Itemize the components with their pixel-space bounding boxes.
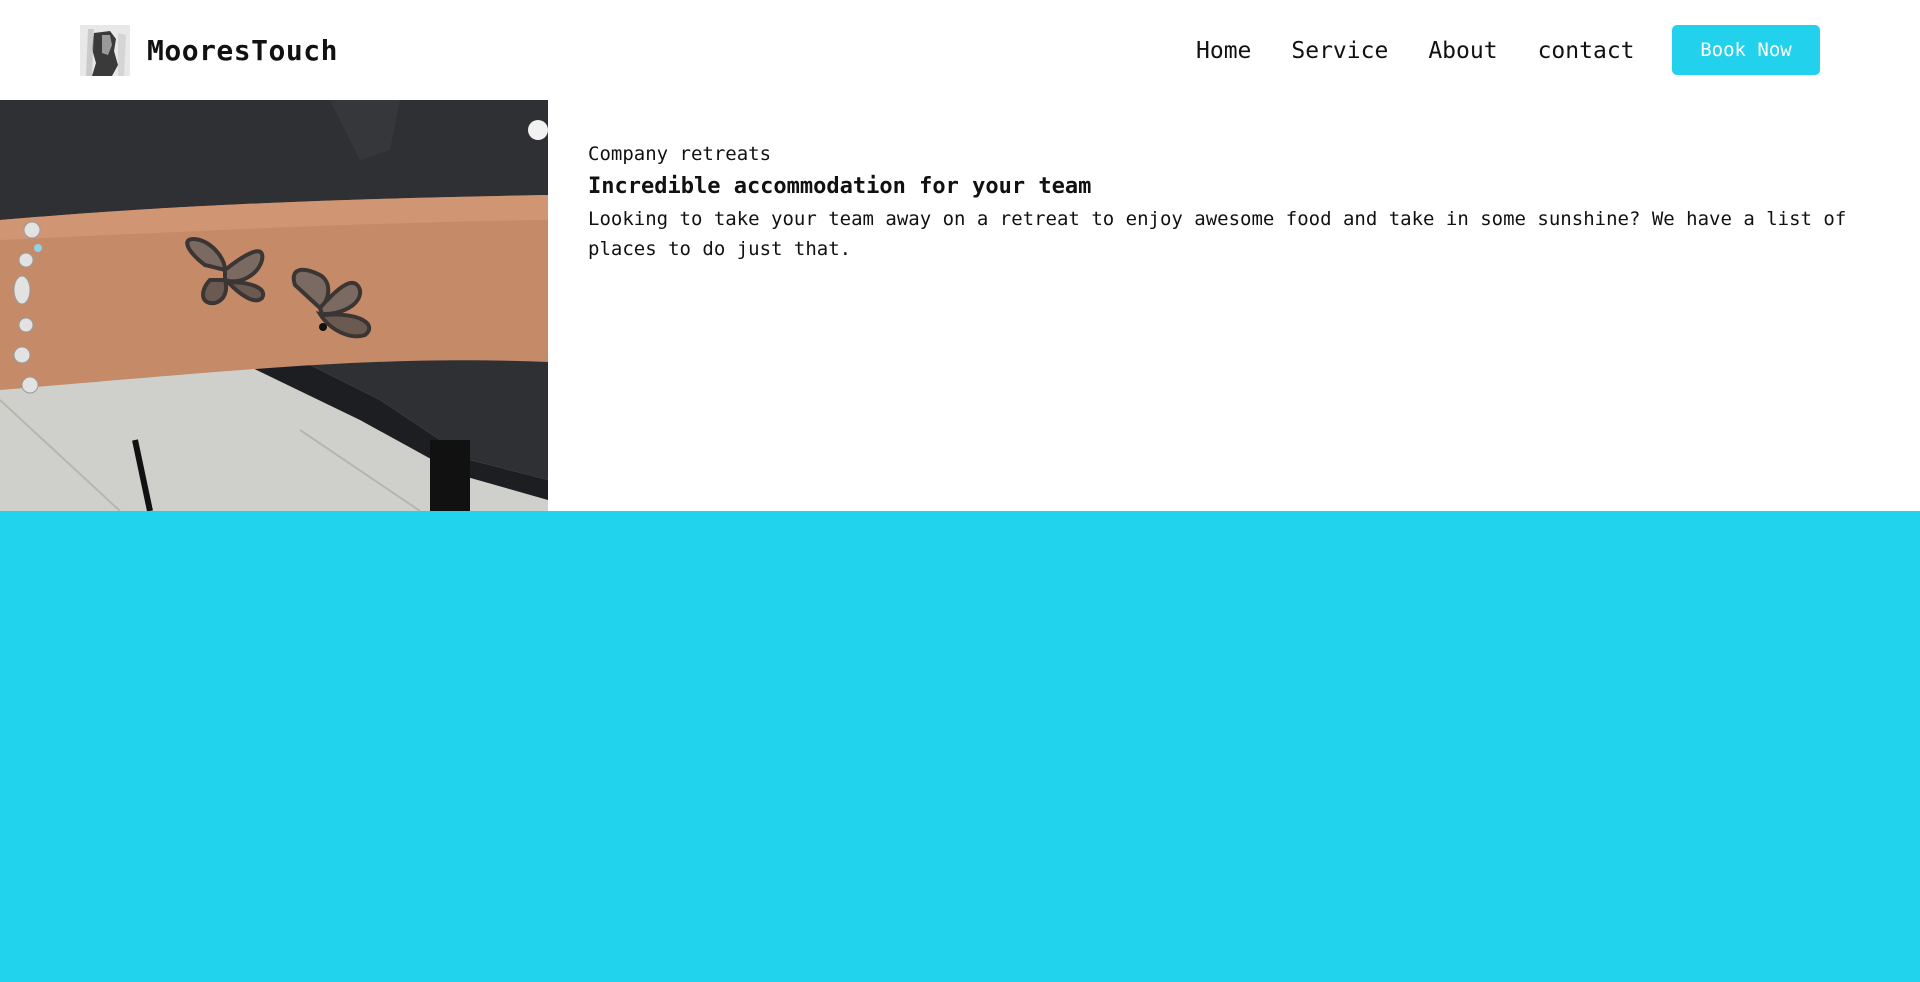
book-now-button[interactable]: Book Now bbox=[1672, 25, 1820, 75]
brand-name: MooresTouch bbox=[147, 33, 338, 67]
main-nav: Home Service About contact bbox=[1196, 34, 1675, 68]
nav-contact[interactable]: contact bbox=[1538, 38, 1635, 64]
tattoo-photo bbox=[0, 100, 548, 511]
nav-service[interactable]: Service bbox=[1291, 38, 1388, 64]
nav-about[interactable]: About bbox=[1428, 38, 1497, 64]
accent-band bbox=[0, 511, 1920, 982]
brand-logo[interactable]: MooresTouch bbox=[80, 24, 338, 76]
nav-home[interactable]: Home bbox=[1196, 38, 1251, 64]
portrait-logo-icon bbox=[80, 24, 130, 76]
site-header: MooresTouch Home Service About contact B… bbox=[0, 0, 1920, 100]
eyebrow-text: Company retreats bbox=[588, 143, 772, 165]
hero-headline: Incredible accommodation for your team bbox=[588, 174, 1092, 199]
hero-description: Looking to take your team away on a retr… bbox=[588, 208, 1847, 260]
hero-content: Company retreats Incredible accommodatio… bbox=[588, 140, 1888, 264]
